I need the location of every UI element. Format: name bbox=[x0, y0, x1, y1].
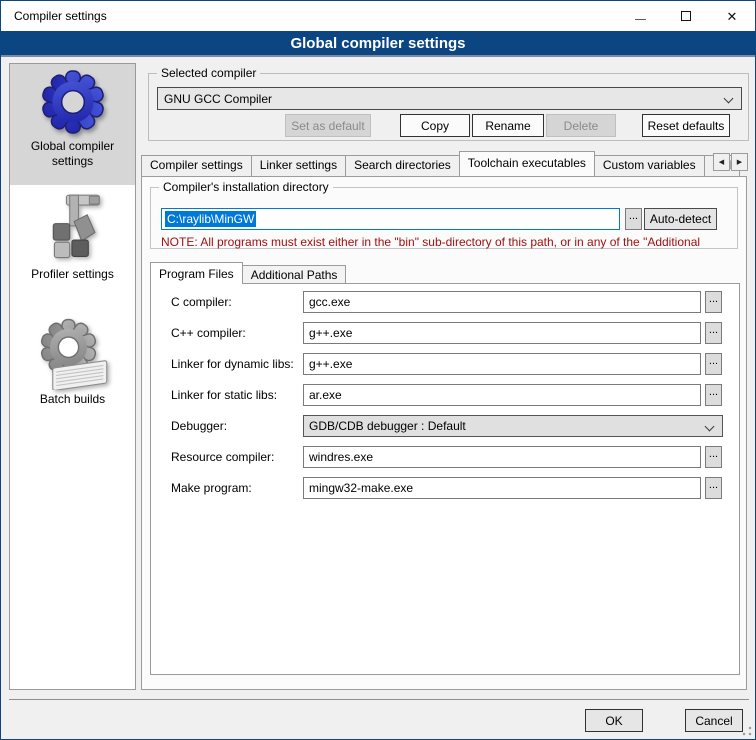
debugger-select-value: GDB/CDB debugger : Default bbox=[309, 419, 466, 433]
tab-search-directories[interactable]: Search directories bbox=[345, 155, 460, 176]
field-row-resource-compiler: Resource compiler: windres.exe ... bbox=[151, 446, 739, 468]
linker-dynamic-input[interactable]: g++.exe bbox=[303, 353, 701, 375]
browse-directory-button[interactable]: ... bbox=[625, 208, 642, 230]
browse-button[interactable]: ... bbox=[705, 322, 722, 344]
minimize-icon bbox=[635, 19, 646, 20]
field-label: Resource compiler: bbox=[171, 446, 274, 468]
installation-directory-input[interactable]: C:\raylib\MinGW bbox=[161, 208, 620, 230]
field-row-make-program: Make program: mingw32-make.exe ... bbox=[151, 477, 739, 499]
field-row-c-compiler: C compiler: gcc.exe ... bbox=[151, 291, 739, 313]
delete-button[interactable]: Delete bbox=[546, 114, 616, 137]
note-text: NOTE: All programs must exist either in … bbox=[161, 235, 737, 249]
linker-static-input[interactable]: ar.exe bbox=[303, 384, 701, 406]
field-row-linker-static: Linker for static libs: ar.exe ... bbox=[151, 384, 739, 406]
sidebar-item-global-compiler-settings[interactable]: Global compiler settings bbox=[10, 64, 135, 185]
settings-tabstrip: Compiler settings Linker settings Search… bbox=[141, 151, 749, 176]
chevron-down-icon bbox=[705, 422, 715, 432]
ok-button[interactable]: OK bbox=[585, 709, 643, 732]
cpp-compiler-input[interactable]: g++.exe bbox=[303, 322, 701, 344]
tab-compiler-settings[interactable]: Compiler settings bbox=[141, 155, 252, 176]
resource-compiler-input[interactable]: windres.exe bbox=[303, 446, 701, 468]
field-label: Linker for static libs: bbox=[171, 384, 277, 406]
installation-directory-legend: Compiler's installation directory bbox=[159, 180, 333, 194]
compiler-select-value: GNU GCC Compiler bbox=[164, 92, 272, 106]
field-label: Linker for dynamic libs: bbox=[171, 353, 294, 375]
toolchain-executables-page: Compiler's installation directory C:\ray… bbox=[141, 176, 747, 690]
tab-custom-variables[interactable]: Custom variables bbox=[594, 155, 705, 176]
browse-button[interactable]: ... bbox=[705, 446, 722, 468]
reset-defaults-button[interactable]: Reset defaults bbox=[642, 114, 730, 137]
gray-gear-stack-icon bbox=[37, 318, 109, 390]
field-row-linker-dynamic: Linker for dynamic libs: g++.exe ... bbox=[151, 353, 739, 375]
minimize-button[interactable] bbox=[617, 1, 663, 31]
rename-button[interactable]: Rename bbox=[472, 114, 544, 137]
browse-button[interactable]: ... bbox=[705, 353, 722, 375]
sidebar-item-profiler-settings[interactable]: Profiler settings bbox=[10, 190, 135, 300]
footer-divider bbox=[9, 699, 749, 700]
field-label: C compiler: bbox=[171, 291, 232, 313]
maximize-button[interactable] bbox=[663, 1, 709, 31]
copy-button[interactable]: Copy bbox=[400, 114, 470, 137]
tab-program-files[interactable]: Program Files bbox=[150, 262, 243, 284]
browse-button[interactable]: ... bbox=[705, 291, 722, 313]
sidebar-item-label: Batch builds bbox=[10, 392, 135, 407]
field-row-cpp-compiler: C++ compiler: g++.exe ... bbox=[151, 322, 739, 344]
close-button[interactable]: ✕ bbox=[709, 1, 755, 31]
caption-buttons: ✕ bbox=[617, 1, 755, 31]
installation-directory-value: C:\raylib\MinGW bbox=[165, 211, 256, 227]
resize-grip[interactable] bbox=[742, 726, 752, 736]
browse-button[interactable]: ... bbox=[705, 477, 722, 499]
field-label: Debugger: bbox=[171, 415, 227, 437]
make-program-input[interactable]: mingw32-make.exe bbox=[303, 477, 701, 499]
close-icon: ✕ bbox=[727, 10, 738, 23]
maximize-icon bbox=[681, 11, 691, 21]
cancel-button[interactable]: Cancel bbox=[685, 709, 743, 732]
compiler-select[interactable]: GNU GCC Compiler bbox=[157, 87, 742, 110]
settings-sidebar: Global compiler settings Profiler settin… bbox=[9, 63, 136, 690]
titlebar: Compiler settings ✕ bbox=[1, 1, 755, 31]
tab-toolchain-executables[interactable]: Toolchain executables bbox=[459, 151, 595, 176]
set-as-default-button[interactable]: Set as default bbox=[285, 114, 371, 137]
field-label: C++ compiler: bbox=[171, 322, 246, 344]
tab-scroll-left-button[interactable]: ◀ bbox=[713, 153, 730, 171]
caliper-icon bbox=[38, 192, 108, 264]
c-compiler-input[interactable]: gcc.exe bbox=[303, 291, 701, 313]
selected-compiler-legend: Selected compiler bbox=[157, 66, 260, 80]
chevron-down-icon bbox=[724, 94, 734, 104]
installation-directory-group: Compiler's installation directory C:\ray… bbox=[150, 187, 738, 249]
tab-additional-paths[interactable]: Additional Paths bbox=[242, 265, 347, 284]
field-row-debugger: Debugger: GDB/CDB debugger : Default bbox=[151, 415, 739, 437]
program-files-tabstrip: Program Files Additional Paths bbox=[150, 262, 345, 284]
selected-compiler-group: Selected compiler GNU GCC Compiler Set a… bbox=[148, 73, 749, 141]
compiler-settings-dialog: Compiler settings ✕ Global compiler sett… bbox=[0, 0, 756, 740]
tab-linker-settings[interactable]: Linker settings bbox=[251, 155, 346, 176]
sidebar-item-label: Global compiler settings bbox=[10, 139, 135, 169]
arrow-right-icon: ▶ bbox=[737, 158, 742, 166]
auto-detect-button[interactable]: Auto-detect bbox=[644, 208, 717, 230]
arrow-left-icon: ◀ bbox=[719, 158, 724, 166]
debugger-select[interactable]: GDB/CDB debugger : Default bbox=[303, 415, 723, 437]
sidebar-item-label: Profiler settings bbox=[10, 267, 135, 282]
page-title: Global compiler settings bbox=[1, 31, 755, 57]
window-title: Compiler settings bbox=[14, 9, 617, 23]
blue-gear-icon bbox=[40, 69, 106, 135]
field-label: Make program: bbox=[171, 477, 252, 499]
tab-scroll-right-button[interactable]: ▶ bbox=[731, 153, 748, 171]
sidebar-item-batch-builds[interactable]: Batch builds bbox=[10, 314, 135, 432]
program-files-page: C compiler: gcc.exe ... C++ compiler: g+… bbox=[150, 283, 740, 675]
browse-button[interactable]: ... bbox=[705, 384, 722, 406]
